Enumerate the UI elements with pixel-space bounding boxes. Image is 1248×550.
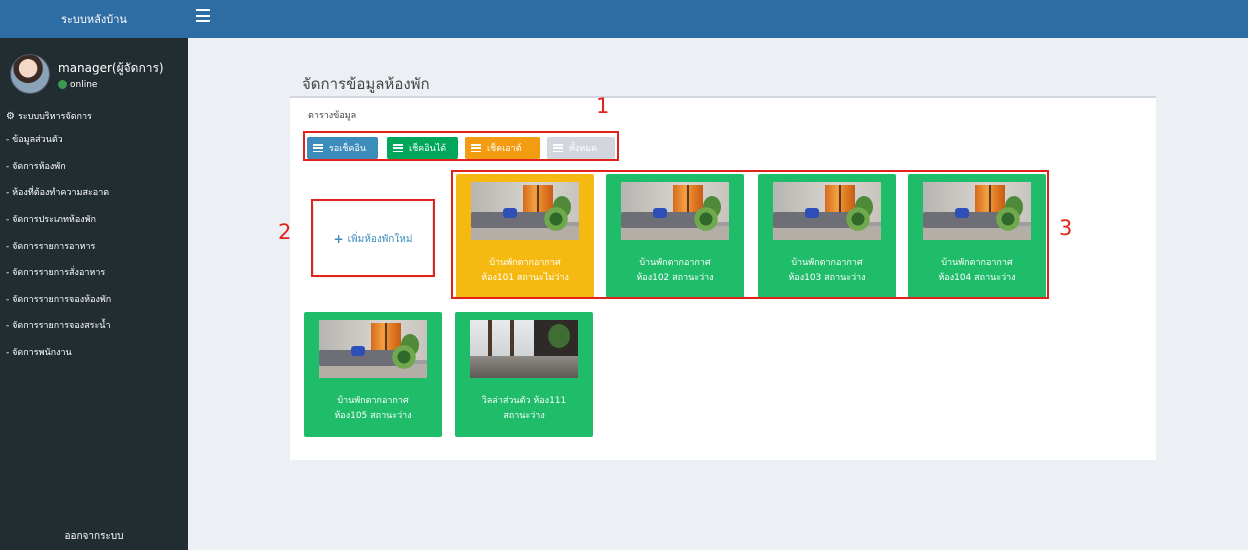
page-title: จัดการข้อมูลห้องพัก bbox=[302, 75, 430, 93]
annotation-box-rooms bbox=[451, 170, 1049, 299]
sidebar-item-room-bookings[interactable]: - จัดการรายการจองห้องพัก bbox=[0, 286, 188, 313]
sidebar-item-staff[interactable]: - จัดการพนักงาน bbox=[0, 339, 188, 366]
menu-header: ⚙ ระบบบริหารจัดการ bbox=[0, 100, 188, 126]
top-navbar bbox=[188, 0, 1248, 38]
annotation-number: 3 bbox=[1059, 216, 1073, 240]
menu-header-label: ระบบบริหารจัดการ bbox=[17, 112, 92, 122]
room-photo bbox=[470, 320, 578, 378]
sidebar-item-food-orders[interactable]: - จัดการรายการสั่งอาหาร bbox=[0, 259, 188, 286]
menu-toggle-icon[interactable] bbox=[196, 9, 210, 22]
annotation-box-filters bbox=[303, 131, 619, 161]
user-panel: manager(ผู้จัดการ) online bbox=[0, 38, 188, 100]
annotation-number: 2 bbox=[278, 220, 292, 244]
box-title: ตารางข้อมูล bbox=[308, 111, 357, 121]
user-status: online bbox=[58, 80, 164, 90]
sidebar: ระบบหลังบ้าน manager(ผู้จัดการ) online ⚙… bbox=[0, 0, 188, 550]
brand-title[interactable]: ระบบหลังบ้าน bbox=[0, 0, 188, 38]
room-status: ห้อง105 สถานะว่าง bbox=[334, 411, 412, 421]
annotation-number: 1 bbox=[596, 94, 610, 118]
sidebar-item-pool-bookings[interactable]: - จัดการรายการจองสระน้ำ bbox=[0, 312, 188, 339]
room-name: บ้านพักตากอากาศ bbox=[337, 396, 409, 406]
sidebar-item-room-types[interactable]: - จัดการประเภทห้องพัก bbox=[0, 206, 188, 233]
room-card[interactable]: วิลล่าส่วนตัว ห้อง111 สถานะว่าง bbox=[455, 312, 593, 437]
user-name: manager(ผู้จัดการ) bbox=[58, 60, 164, 75]
online-status-icon bbox=[58, 80, 67, 89]
sidebar-item-food-menu[interactable]: - จัดการรายการอาหาร bbox=[0, 232, 188, 259]
sidebar-item-cleaning[interactable]: - ห้องที่ต้องทำความสะอาด bbox=[0, 179, 188, 206]
avatar bbox=[10, 54, 50, 94]
room-photo bbox=[319, 320, 427, 378]
sidebar-item-rooms[interactable]: - จัดการห้องพัก bbox=[0, 153, 188, 180]
logout-link[interactable]: ออกจากระบบ bbox=[0, 529, 188, 544]
gears-icon: ⚙ bbox=[6, 110, 15, 122]
room-card[interactable]: บ้านพักตากอากาศ ห้อง105 สถานะว่าง bbox=[304, 312, 442, 437]
sidebar-item-profile[interactable]: - ข้อมูลส่วนตัว bbox=[0, 126, 188, 153]
user-status-label: online bbox=[70, 79, 98, 90]
annotation-box-add-room bbox=[311, 199, 435, 277]
room-status: สถานะว่าง bbox=[503, 411, 545, 421]
room-name: วิลล่าส่วนตัว ห้อง111 bbox=[481, 396, 567, 406]
